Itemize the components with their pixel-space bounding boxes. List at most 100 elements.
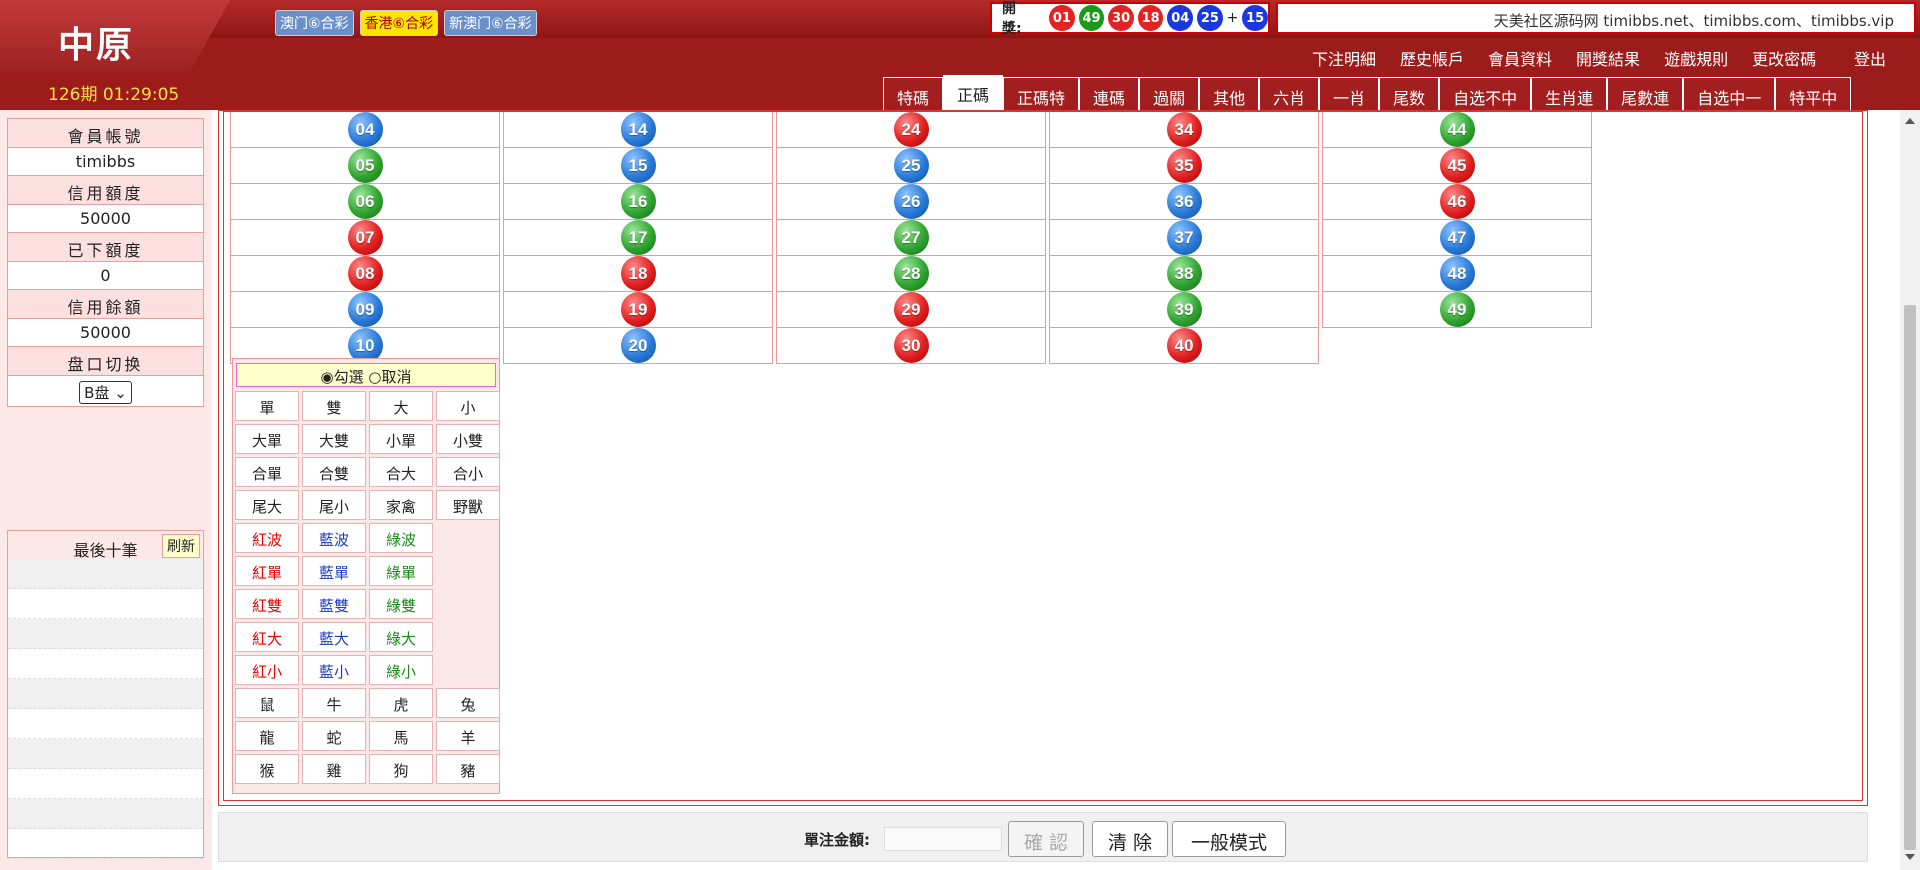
- top-menu-link[interactable]: 下注明細: [1312, 46, 1376, 70]
- top-menu-link[interactable]: 開獎結果: [1576, 46, 1640, 70]
- number-ball[interactable]: 26: [893, 184, 929, 219]
- quick-select-button[interactable]: 綠單: [369, 556, 433, 586]
- quick-select-button[interactable]: 紅波: [235, 523, 299, 553]
- number-ball[interactable]: 34: [1166, 112, 1202, 147]
- scroll-thumb[interactable]: [1904, 305, 1916, 850]
- quick-select-button[interactable]: 綠波: [369, 523, 433, 553]
- number-ball[interactable]: 07: [347, 220, 383, 255]
- tab-game[interactable]: 特碼: [883, 77, 944, 110]
- check-radio[interactable]: ◉: [321, 368, 334, 386]
- number-ball[interactable]: 38: [1166, 256, 1202, 291]
- quick-select-button[interactable]: 大: [369, 391, 433, 421]
- number-cell[interactable]: 47: [1322, 220, 1592, 256]
- quick-select-button[interactable]: 紅大: [235, 622, 299, 652]
- number-ball[interactable]: 35: [1166, 148, 1202, 183]
- quick-select-button[interactable]: 小雙: [436, 424, 500, 454]
- quick-select-button[interactable]: 豬: [436, 754, 500, 784]
- number-cell[interactable]: 37: [1049, 220, 1319, 256]
- clear-button[interactable]: 清 除: [1092, 821, 1168, 857]
- number-ball[interactable]: 25: [893, 148, 929, 183]
- number-cell[interactable]: 24: [776, 112, 1046, 148]
- top-menu-link[interactable]: 歷史帳戶: [1400, 46, 1464, 70]
- number-cell[interactable]: 38: [1049, 256, 1319, 292]
- number-cell[interactable]: 27: [776, 220, 1046, 256]
- quick-select-button[interactable]: 家禽: [369, 490, 433, 520]
- number-ball[interactable]: 30: [893, 328, 929, 363]
- number-ball[interactable]: 46: [1439, 184, 1475, 219]
- number-cell[interactable]: 36: [1049, 184, 1319, 220]
- quick-select-button[interactable]: 狗: [369, 754, 433, 784]
- quick-select-button[interactable]: 野獸: [436, 490, 500, 520]
- number-cell[interactable]: 20: [503, 328, 773, 364]
- quick-select-button[interactable]: 藍單: [302, 556, 366, 586]
- quick-select-button[interactable]: 合單: [235, 457, 299, 487]
- quick-select-button[interactable]: 鼠: [235, 688, 299, 718]
- number-ball[interactable]: 47: [1439, 220, 1475, 255]
- number-cell[interactable]: 18: [503, 256, 773, 292]
- number-cell[interactable]: 26: [776, 184, 1046, 220]
- number-ball[interactable]: 27: [893, 220, 929, 255]
- number-cell[interactable]: 25: [776, 148, 1046, 184]
- plate-select[interactable]: B盘 ⌄: [79, 381, 132, 404]
- tab-game[interactable]: 過關: [1139, 77, 1200, 110]
- number-ball[interactable]: 29: [893, 292, 929, 327]
- scroll-down-icon[interactable]: [1905, 854, 1915, 860]
- number-ball[interactable]: 04: [347, 112, 383, 147]
- number-cell[interactable]: 08: [230, 256, 500, 292]
- quick-select-button[interactable]: 雞: [302, 754, 366, 784]
- top-menu-link[interactable]: 會員資料: [1488, 46, 1552, 70]
- quick-select-button[interactable]: 合大: [369, 457, 433, 487]
- quick-select-button[interactable]: 小: [436, 391, 500, 421]
- logout-link[interactable]: 登出: [1854, 46, 1886, 70]
- quick-select-button[interactable]: 合小: [436, 457, 500, 487]
- quick-select-button[interactable]: 猴: [235, 754, 299, 784]
- number-ball[interactable]: 16: [620, 184, 656, 219]
- number-cell[interactable]: 16: [503, 184, 773, 220]
- number-cell[interactable]: 07: [230, 220, 500, 256]
- number-cell[interactable]: 04: [230, 112, 500, 148]
- cancel-radio[interactable]: ○: [368, 368, 381, 386]
- number-cell[interactable]: 45: [1322, 148, 1592, 184]
- top-menu-link[interactable]: 更改密碼: [1752, 46, 1816, 70]
- top-menu-link[interactable]: 遊戲規則: [1664, 46, 1728, 70]
- number-ball[interactable]: 06: [347, 184, 383, 219]
- quick-select-button[interactable]: 龍: [235, 721, 299, 751]
- tab-game[interactable]: 特平中: [1775, 77, 1852, 110]
- quick-select-button[interactable]: 藍波: [302, 523, 366, 553]
- number-ball[interactable]: 36: [1166, 184, 1202, 219]
- quick-select-button[interactable]: 尾小: [302, 490, 366, 520]
- number-cell[interactable]: 48: [1322, 256, 1592, 292]
- quick-select-button[interactable]: 雙: [302, 391, 366, 421]
- quick-select-button[interactable]: 藍大: [302, 622, 366, 652]
- number-cell[interactable]: 15: [503, 148, 773, 184]
- number-cell[interactable]: 29: [776, 292, 1046, 328]
- quick-select-button[interactable]: 蛇: [302, 721, 366, 751]
- quick-select-button[interactable]: 藍小: [302, 655, 366, 685]
- tab-game[interactable]: 正碼: [943, 75, 1004, 110]
- quick-select-button[interactable]: 綠大: [369, 622, 433, 652]
- number-ball[interactable]: 44: [1439, 112, 1475, 147]
- number-cell[interactable]: 39: [1049, 292, 1319, 328]
- number-ball[interactable]: 05: [347, 148, 383, 183]
- number-ball[interactable]: 09: [347, 292, 383, 327]
- quick-select-button[interactable]: 綠小: [369, 655, 433, 685]
- lottery-tab[interactable]: 新澳门⑥合彩: [444, 10, 537, 36]
- amount-input[interactable]: [884, 827, 1002, 851]
- mode-button[interactable]: 一般模式: [1172, 821, 1286, 857]
- number-ball[interactable]: 19: [620, 292, 656, 327]
- number-ball[interactable]: 37: [1166, 220, 1202, 255]
- quick-select-button[interactable]: 牛: [302, 688, 366, 718]
- tab-game[interactable]: 一肖: [1319, 77, 1380, 110]
- tab-game[interactable]: 自选中一: [1683, 77, 1776, 110]
- number-cell[interactable]: 49: [1322, 292, 1592, 328]
- number-ball[interactable]: 28: [893, 256, 929, 291]
- number-cell[interactable]: 17: [503, 220, 773, 256]
- quick-select-button[interactable]: 綠雙: [369, 589, 433, 619]
- scrollbar[interactable]: [1900, 110, 1920, 870]
- quick-select-button[interactable]: 虎: [369, 688, 433, 718]
- lottery-tab[interactable]: 澳门⑥合彩: [275, 10, 354, 36]
- tab-game[interactable]: 六肖: [1259, 77, 1320, 110]
- quick-select-button[interactable]: 大雙: [302, 424, 366, 454]
- number-cell[interactable]: 40: [1049, 328, 1319, 364]
- number-ball[interactable]: 15: [620, 148, 656, 183]
